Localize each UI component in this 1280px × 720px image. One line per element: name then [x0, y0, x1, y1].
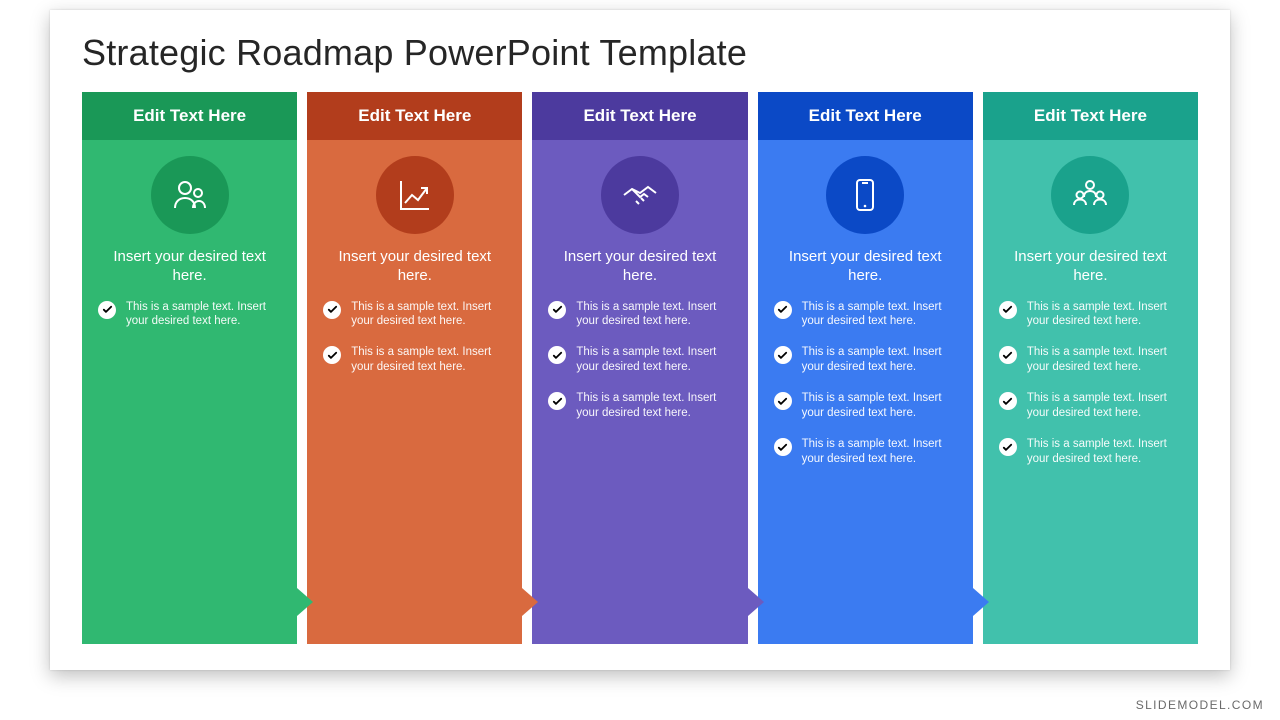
bullet-text: This is a sample text. Insert your desir… — [802, 300, 957, 330]
bullet-item[interactable]: This is a sample text. Insert your desir… — [999, 300, 1182, 330]
check-icon — [999, 301, 1017, 319]
bullet-item[interactable]: This is a sample text. Insert your desir… — [999, 391, 1182, 421]
bullet-item[interactable]: This is a sample text. Insert your desir… — [323, 345, 506, 375]
column-header[interactable]: Edit Text Here — [307, 92, 522, 140]
bullet-text: This is a sample text. Insert your desir… — [802, 345, 957, 375]
column-subtitle[interactable]: Insert your desired text here. — [98, 248, 281, 286]
bullet-item[interactable]: This is a sample text. Insert your desir… — [548, 345, 731, 375]
column-header[interactable]: Edit Text Here — [758, 92, 973, 140]
bullet-list: This is a sample text. Insert your desir… — [999, 300, 1182, 484]
growth-chart-icon — [376, 156, 454, 234]
check-icon — [774, 392, 792, 410]
roadmap-columns: Edit Text HereInsert your desired text h… — [82, 92, 1198, 644]
roadmap-column: Edit Text HereInsert your desired text h… — [532, 92, 747, 644]
column-body: Insert your desired text here. This is a … — [983, 140, 1198, 644]
column-body: Insert your desired text here. This is a … — [532, 140, 747, 644]
roadmap-column: Edit Text HereInsert your desired text h… — [307, 92, 522, 644]
check-icon — [323, 346, 341, 364]
team-icon — [1051, 156, 1129, 234]
bullet-text: This is a sample text. Insert your desir… — [1027, 391, 1182, 421]
arrow-connector-icon — [522, 588, 538, 616]
check-icon — [774, 346, 792, 364]
bullet-item[interactable]: This is a sample text. Insert your desir… — [774, 437, 957, 467]
bullet-text: This is a sample text. Insert your desir… — [802, 437, 957, 467]
bullet-list: This is a sample text. Insert your desir… — [774, 300, 957, 484]
watermark: SLIDEMODEL.COM — [1136, 698, 1264, 712]
column-body: Insert your desired text here. This is a … — [307, 140, 522, 644]
arrow-connector-icon — [748, 588, 764, 616]
bullet-item[interactable]: This is a sample text. Insert your desir… — [999, 345, 1182, 375]
check-icon — [548, 301, 566, 319]
bullet-text: This is a sample text. Insert your desir… — [576, 300, 731, 330]
check-icon — [999, 346, 1017, 364]
handshake-icon — [601, 156, 679, 234]
bullet-item[interactable]: This is a sample text. Insert your desir… — [774, 345, 957, 375]
check-icon — [774, 301, 792, 319]
column-header[interactable]: Edit Text Here — [532, 92, 747, 140]
column-subtitle[interactable]: Insert your desired text here. — [774, 248, 957, 286]
bullet-text: This is a sample text. Insert your desir… — [1027, 437, 1182, 467]
check-icon — [999, 392, 1017, 410]
slide: Strategic Roadmap PowerPoint Template Ed… — [50, 10, 1230, 670]
column-subtitle[interactable]: Insert your desired text here. — [323, 248, 506, 286]
roadmap-column: Edit Text HereInsert your desired text h… — [82, 92, 297, 644]
column-header[interactable]: Edit Text Here — [82, 92, 297, 140]
column-header[interactable]: Edit Text Here — [983, 92, 1198, 140]
bullet-text: This is a sample text. Insert your desir… — [126, 300, 281, 330]
check-icon — [548, 392, 566, 410]
column-body: Insert your desired text here. This is a … — [82, 140, 297, 644]
roadmap-column: Edit Text HereInsert your desired text h… — [983, 92, 1198, 644]
slide-title: Strategic Roadmap PowerPoint Template — [82, 32, 1198, 74]
bullet-list: This is a sample text. Insert your desir… — [548, 300, 731, 438]
arrow-connector-icon — [297, 588, 313, 616]
bullet-list: This is a sample text. Insert your desir… — [323, 300, 506, 392]
bullet-text: This is a sample text. Insert your desir… — [1027, 345, 1182, 375]
check-icon — [98, 301, 116, 319]
bullet-item[interactable]: This is a sample text. Insert your desir… — [323, 300, 506, 330]
roadmap-column: Edit Text HereInsert your desired text h… — [758, 92, 973, 644]
bullet-item[interactable]: This is a sample text. Insert your desir… — [774, 391, 957, 421]
bullet-item[interactable]: This is a sample text. Insert your desir… — [98, 300, 281, 330]
bullet-text: This is a sample text. Insert your desir… — [576, 345, 731, 375]
check-icon — [774, 438, 792, 456]
bullet-text: This is a sample text. Insert your desir… — [1027, 300, 1182, 330]
check-icon — [548, 346, 566, 364]
bullet-text: This is a sample text. Insert your desir… — [576, 391, 731, 421]
bullet-list: This is a sample text. Insert your desir… — [98, 300, 281, 346]
bullet-item[interactable]: This is a sample text. Insert your desir… — [548, 391, 731, 421]
check-icon — [323, 301, 341, 319]
column-subtitle[interactable]: Insert your desired text here. — [548, 248, 731, 286]
column-body: Insert your desired text here. This is a … — [758, 140, 973, 644]
people-icon — [151, 156, 229, 234]
bullet-text: This is a sample text. Insert your desir… — [351, 345, 506, 375]
check-icon — [999, 438, 1017, 456]
bullet-text: This is a sample text. Insert your desir… — [351, 300, 506, 330]
bullet-text: This is a sample text. Insert your desir… — [802, 391, 957, 421]
bullet-item[interactable]: This is a sample text. Insert your desir… — [999, 437, 1182, 467]
smartphone-icon — [826, 156, 904, 234]
bullet-item[interactable]: This is a sample text. Insert your desir… — [774, 300, 957, 330]
arrow-connector-icon — [973, 588, 989, 616]
bullet-item[interactable]: This is a sample text. Insert your desir… — [548, 300, 731, 330]
column-subtitle[interactable]: Insert your desired text here. — [999, 248, 1182, 286]
